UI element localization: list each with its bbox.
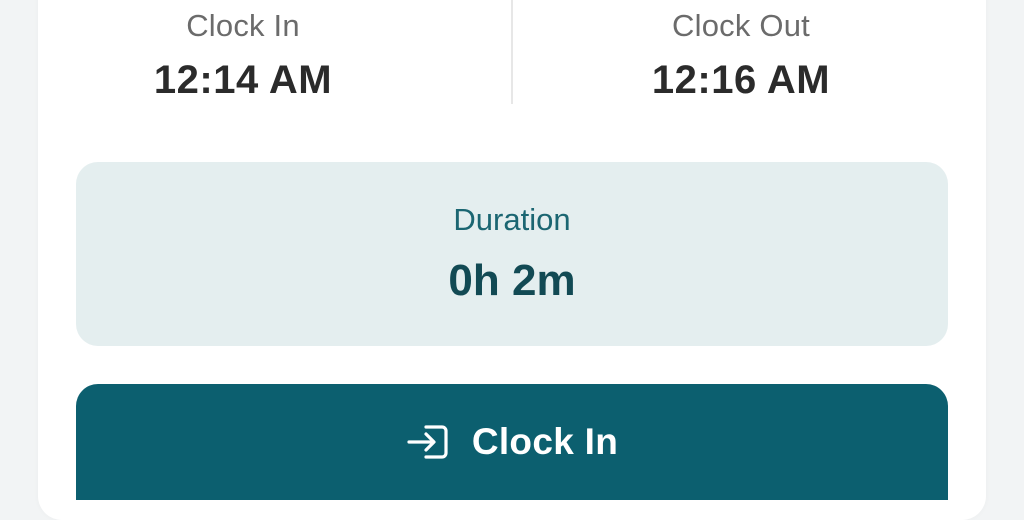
column-divider (511, 0, 513, 104)
clock-out-label: Clock Out (672, 8, 810, 43)
duration-label: Duration (453, 202, 571, 237)
login-arrow-icon (406, 424, 450, 460)
clock-in-time: 12:14 AM (153, 58, 333, 102)
clock-in-label: Clock In (186, 8, 300, 43)
clock-in-column: Clock In 12:14 AM (38, 0, 512, 104)
clock-out-time: 12:16 AM (651, 58, 831, 102)
clock-out-column: Clock Out 12:16 AM (512, 0, 986, 104)
duration-value: 0h 2m (448, 256, 576, 305)
duration-panel: Duration 0h 2m (76, 162, 948, 346)
clock-in-button-content: Clock In (406, 421, 618, 463)
clock-in-button-label: Clock In (471, 421, 619, 462)
clock-in-button[interactable]: Clock In (76, 384, 948, 500)
